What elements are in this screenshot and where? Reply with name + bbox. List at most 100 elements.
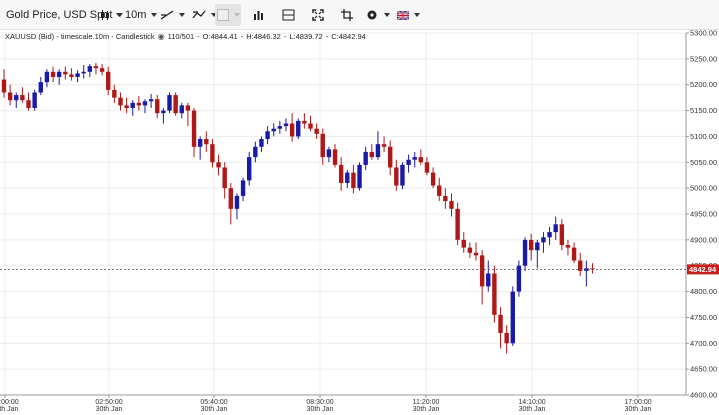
x-tick-time: 14:10:00 (518, 399, 545, 406)
candle (516, 260, 522, 297)
drawing-tools-button[interactable] (160, 4, 185, 26)
candle-body (553, 224, 558, 233)
x-tick-date: 30th Jan (307, 406, 334, 413)
bar-chart-button[interactable] (253, 4, 265, 26)
candle (50, 66, 56, 83)
candle-body (118, 97, 123, 106)
chart-type-button[interactable] (99, 4, 122, 26)
open-value: O:4844.41 (202, 32, 238, 41)
candle (277, 120, 283, 134)
candle-body (93, 66, 99, 69)
candle (375, 131, 381, 160)
x-tick-date: 30th Jan (625, 406, 652, 413)
candle (69, 68, 74, 81)
candle (320, 128, 325, 165)
candle-body (338, 164, 344, 183)
x-tick-time: 02:50:00 (95, 399, 122, 406)
candle (283, 118, 289, 132)
candle (204, 131, 209, 152)
x-tick-time: 11:20:00 (413, 399, 440, 406)
candle-body (271, 128, 276, 132)
candle-body (571, 247, 577, 261)
candle-body (449, 201, 454, 209)
y-tick-label: 5150.00 (690, 106, 717, 115)
candle (394, 159, 399, 191)
candle (93, 62, 99, 75)
bar-chart-icon (254, 11, 263, 20)
y-tick-label: 4900.00 (690, 235, 717, 244)
candle-body (406, 159, 411, 165)
candle (32, 89, 37, 111)
candle (412, 151, 417, 168)
low-value: L:4839.72 (289, 32, 323, 41)
candle-body (424, 162, 430, 173)
candle-body (191, 110, 197, 147)
panel-layout-button[interactable] (282, 4, 295, 26)
candle (106, 66, 111, 96)
candle (387, 140, 393, 176)
price-chart[interactable]: 5300.00 5250.00 5200.00 5150.00 5100.00 5050.… (0, 30, 719, 415)
candle (179, 102, 184, 119)
chevron-down-icon (233, 13, 240, 17)
candle (185, 102, 191, 127)
candle (332, 144, 338, 168)
candle (130, 100, 135, 116)
color-picker-button[interactable] (215, 4, 241, 26)
candle (504, 325, 509, 354)
chevron-down-icon (179, 13, 185, 17)
eye-icon[interactable]: ◉ (158, 32, 165, 41)
candle-body (565, 245, 571, 248)
candle-body (437, 185, 442, 196)
indicators-button[interactable] (192, 4, 217, 26)
candle (87, 64, 93, 77)
candle-body (130, 102, 135, 108)
candle-body (400, 164, 405, 186)
candle-body (75, 73, 80, 77)
chart-status-line: XAUUSD (Bid) - timescale.10m - Candlesti… (5, 32, 366, 41)
y-tick-label: 4750.00 (690, 313, 717, 322)
candle (216, 154, 221, 176)
crop-button[interactable] (341, 4, 353, 26)
candle (369, 144, 374, 160)
candle-body (253, 146, 258, 158)
candle-body (99, 68, 105, 72)
candle-body (412, 157, 417, 160)
candle (259, 136, 264, 152)
candle (118, 92, 123, 111)
candle (498, 307, 503, 349)
chevron-down-icon (384, 13, 390, 17)
y-tick-label: 4700.00 (690, 339, 717, 348)
candle (81, 65, 86, 79)
y-tick-label: 4600.00 (690, 391, 717, 400)
candle-body (510, 291, 515, 344)
candle (486, 260, 491, 292)
candle-body (486, 273, 491, 287)
candle (112, 84, 117, 103)
settings-button[interactable] (366, 4, 390, 26)
candle-body (1, 79, 7, 93)
candle-body (479, 255, 485, 287)
candle-body (259, 139, 264, 147)
language-selector[interactable] (397, 4, 420, 26)
candle-body (283, 123, 289, 127)
candle-body (430, 172, 436, 186)
time-axis: 00:00:0030th Jan02:50:0030th Jan05:40:00… (0, 394, 686, 413)
candle (467, 242, 473, 258)
candle-body (473, 252, 479, 256)
candlestick-series (1, 62, 595, 354)
y-tick-label: 5050.00 (690, 158, 717, 167)
fullscreen-button[interactable] (312, 4, 324, 26)
candle (191, 107, 197, 158)
candle-body (394, 167, 399, 186)
candle (1, 69, 7, 98)
candle (289, 113, 295, 142)
y-tick-label: 4800.00 (690, 287, 717, 296)
candle (197, 136, 203, 160)
timeframe-selector[interactable]: 10m (125, 4, 158, 26)
y-tick-label: 5000.00 (690, 184, 717, 193)
candle-body (363, 151, 368, 165)
candle-body (44, 71, 50, 83)
candle (253, 141, 258, 163)
candle (553, 216, 558, 240)
candle-body (535, 242, 540, 251)
